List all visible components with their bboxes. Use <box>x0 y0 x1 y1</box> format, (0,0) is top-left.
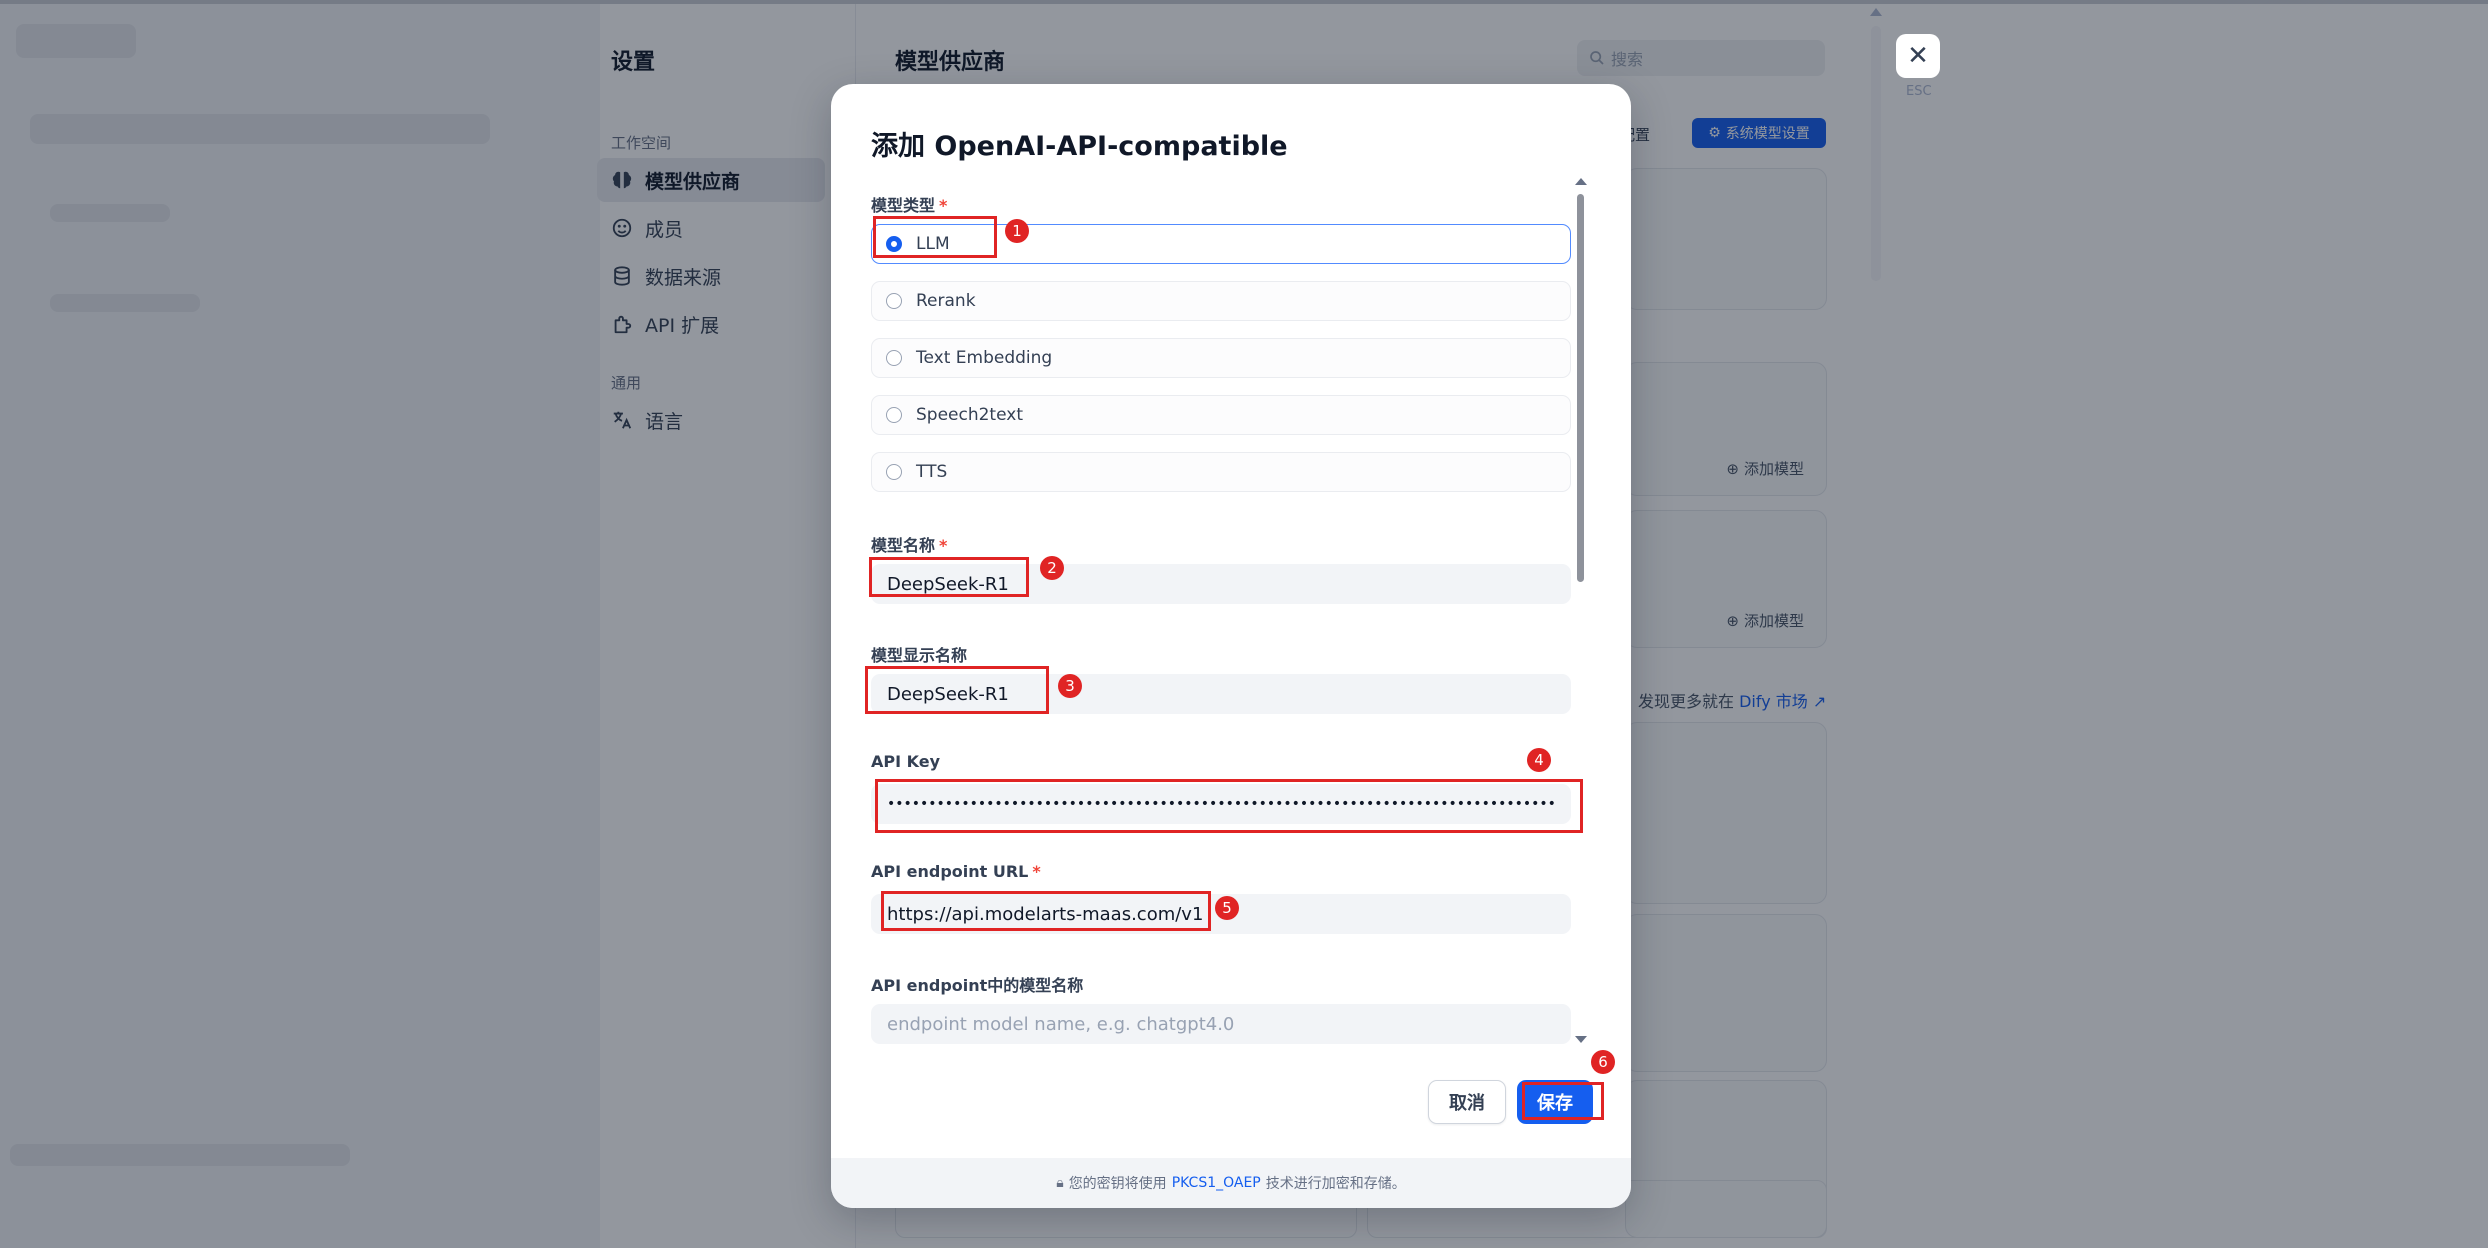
display-name-label: 模型显示名称 <box>871 646 968 665</box>
endpoint-model-name-label: API endpoint中的模型名称 <box>871 976 1084 995</box>
modal-scroll-down-arrow[interactable] <box>1575 1036 1587 1043</box>
radio-unselected <box>886 464 902 480</box>
modal-scrollbar[interactable] <box>1577 194 1584 582</box>
modal-title: 添加 OpenAI-API-compatible <box>871 131 1288 162</box>
endpoint-model-name-input[interactable] <box>871 1004 1571 1044</box>
model-type-label: 模型类型 * <box>871 196 948 215</box>
modal-scroll-up-arrow[interactable] <box>1575 178 1587 185</box>
api-key-label: API Key <box>871 752 941 771</box>
page-scroll-up-arrow[interactable] <box>1870 8 1882 16</box>
cancel-button[interactable]: 取消 <box>1428 1080 1506 1124</box>
annotation-box-1 <box>873 216 997 258</box>
lock-icon: 🔒︎ <box>1056 1175 1064 1191</box>
option-label: Text Embedding <box>916 348 1053 368</box>
option-label: Rerank <box>916 291 976 311</box>
model-type-option-speech2text[interactable]: Speech2text <box>871 395 1571 435</box>
option-label: TTS <box>916 462 948 482</box>
annotation-number: 1 <box>1005 219 1029 243</box>
encryption-notice: 🔒︎ 您的密钥将使用 PKCS1_OAEP 技术进行加密和存储。 <box>831 1158 1631 1208</box>
radio-unselected <box>886 407 902 423</box>
radio-unselected <box>886 350 902 366</box>
annotation-number: 5 <box>1215 896 1239 920</box>
esc-label: ESC <box>1906 84 1932 99</box>
option-label: Speech2text <box>916 405 1023 425</box>
close-settings-button[interactable]: ✕ <box>1896 34 1940 78</box>
model-type-option-rerank[interactable]: Rerank <box>871 281 1571 321</box>
annotation-number: 6 <box>1591 1050 1615 1074</box>
annotation-box-3 <box>865 666 1049 714</box>
endpoint-url-label: API endpoint URL * <box>871 862 1041 881</box>
annotation-number: 3 <box>1058 674 1082 698</box>
footer-prefix: 您的密钥将使用 <box>1068 1176 1167 1192</box>
close-icon: ✕ <box>1907 41 1929 71</box>
annotation-box-5 <box>881 891 1211 931</box>
model-name-label: 模型名称 * <box>871 536 948 555</box>
pkcs-link[interactable]: PKCS1_OAEP <box>1172 1175 1261 1191</box>
annotation-box-2 <box>869 557 1029 597</box>
model-type-option-tts[interactable]: TTS <box>871 452 1571 492</box>
model-type-option-text-embedding[interactable]: Text Embedding <box>871 338 1571 378</box>
page-scrollbar[interactable] <box>1871 26 1881 281</box>
annotation-box-6 <box>1522 1082 1604 1120</box>
annotation-number: 2 <box>1040 556 1064 580</box>
radio-unselected <box>886 293 902 309</box>
footer-suffix: 技术进行加密和存储。 <box>1265 1176 1406 1192</box>
annotation-box-4 <box>875 779 1583 833</box>
annotation-number: 4 <box>1527 748 1551 772</box>
